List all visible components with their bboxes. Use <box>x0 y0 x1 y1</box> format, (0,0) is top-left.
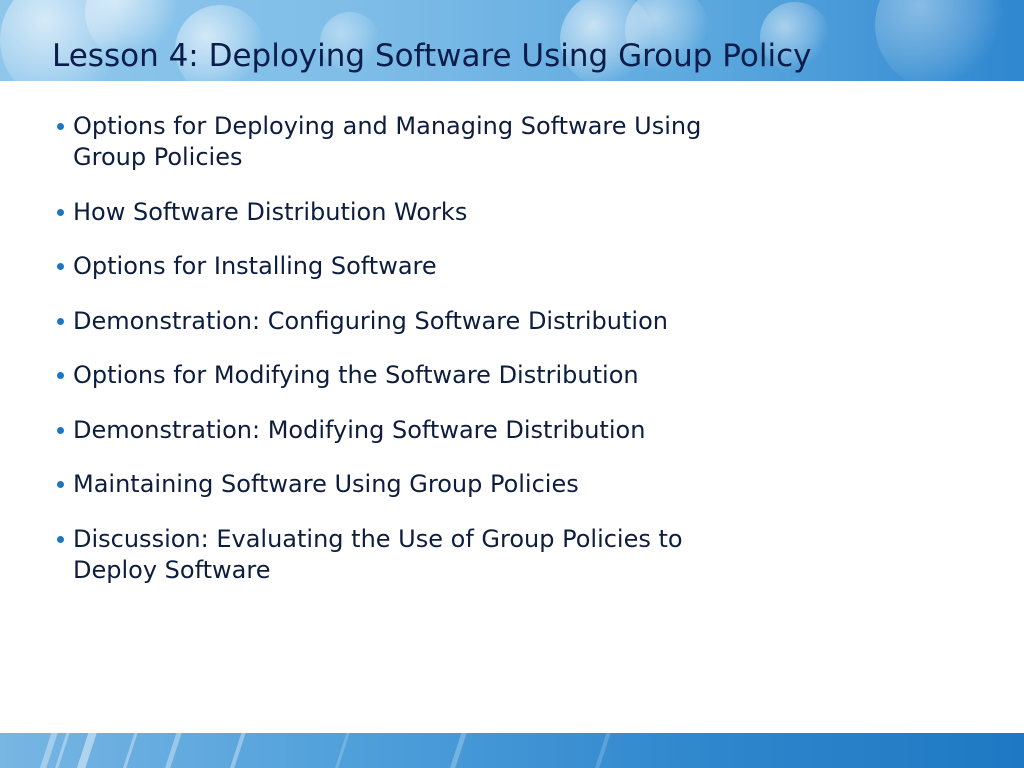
decorative-bubble <box>875 0 1005 81</box>
bullet-text: Options for Deploying and Managing Softw… <box>73 112 702 171</box>
bullet-dot-icon <box>57 481 64 488</box>
bullet-item: Options for Deploying and Managing Softw… <box>55 111 845 173</box>
slide-title: Lesson 4: Deploying Software Using Group… <box>52 38 812 74</box>
bullet-text: How Software Distribution Works <box>73 197 468 226</box>
decorative-streak <box>118 733 141 768</box>
decorative-streak <box>160 733 185 768</box>
bullet-dot-icon <box>57 317 64 325</box>
bullet-item: Demonstration: Modifying Software Distri… <box>55 415 845 446</box>
decorative-streak <box>72 733 100 768</box>
bullet-text: Maintaining Software Using Group Policie… <box>73 470 579 498</box>
bullet-text: Options for Installing Software <box>73 252 437 280</box>
decorative-streak <box>445 733 470 768</box>
bullet-dot-icon <box>57 535 64 543</box>
bullet-dot-icon <box>57 426 64 434</box>
bullet-item: How Software Distribution Works <box>55 197 845 228</box>
bullet-dot-icon <box>57 123 64 130</box>
decorative-streak <box>225 733 249 768</box>
bullet-item: Demonstration: Configuring Software Dist… <box>55 306 845 337</box>
bullet-item: Options for Installing Software <box>55 251 845 282</box>
bullet-dot-icon <box>57 372 64 379</box>
slide: Lesson 4: Deploying Software Using Group… <box>0 0 1024 768</box>
bullet-item: Options for Modifying the Software Distr… <box>55 360 845 391</box>
bullet-dot-icon <box>57 208 64 216</box>
bullet-item: Maintaining Software Using Group Policie… <box>55 469 845 500</box>
decorative-streak <box>330 733 353 768</box>
bullet-list: Options for Deploying and Managing Softw… <box>55 111 845 609</box>
bullet-text: Options for Modifying the Software Distr… <box>73 361 639 389</box>
footer-banner <box>0 733 1024 768</box>
decorative-streak <box>590 733 614 768</box>
bullet-dot-icon <box>57 263 64 270</box>
bullet-text: Discussion: Evaluating the Use of Group … <box>73 524 683 584</box>
bullet-text: Demonstration: Configuring Software Dist… <box>73 306 668 335</box>
bullet-item: Discussion: Evaluating the Use of Group … <box>55 524 845 586</box>
bullet-text: Demonstration: Modifying Software Distri… <box>73 415 646 444</box>
